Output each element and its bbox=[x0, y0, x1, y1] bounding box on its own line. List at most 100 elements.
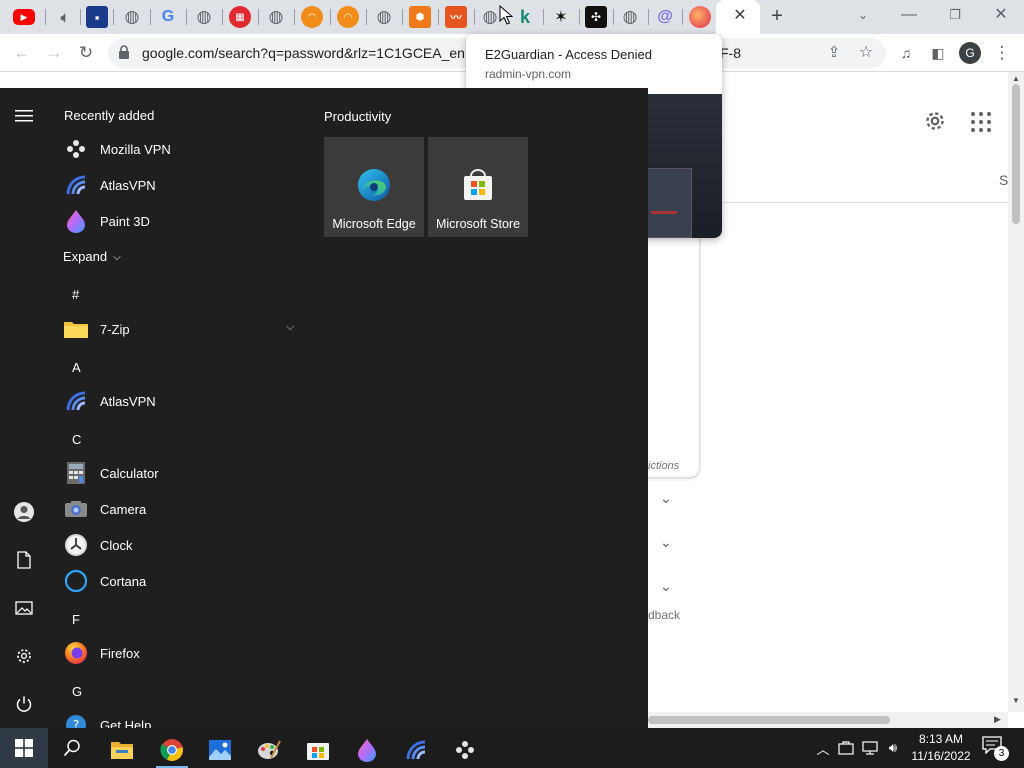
feedback-partial-link[interactable]: dback bbox=[648, 608, 680, 622]
clock-date[interactable]: 8:13 AM 11/16/2022 bbox=[905, 731, 977, 765]
settings-gear-icon[interactable] bbox=[922, 108, 948, 134]
tile-microsoft-store[interactable]: Microsoft Store bbox=[428, 137, 528, 237]
taskbar-mozilla-vpn[interactable] bbox=[443, 732, 487, 768]
app-item-camera[interactable]: Camera bbox=[58, 491, 308, 527]
app-item-mozilla-vpn[interactable]: Mozilla VPN bbox=[58, 131, 308, 167]
start-button[interactable] bbox=[0, 728, 48, 768]
google-apps-icon[interactable] bbox=[971, 112, 991, 132]
scrollbar-thumb[interactable] bbox=[1012, 84, 1020, 224]
fortinet-tab-icon[interactable]: ▦ bbox=[229, 6, 251, 28]
scroll-up-icon[interactable]: ▲ bbox=[1012, 74, 1020, 83]
wave-tab-icon[interactable]: 〰 bbox=[445, 6, 467, 28]
app-item-cortana[interactable]: Cortana bbox=[58, 563, 308, 599]
k-tab-icon[interactable]: k bbox=[514, 6, 536, 28]
keyhole-tab-icon[interactable]: ◠ bbox=[337, 6, 359, 28]
scrollbar-thumb[interactable] bbox=[648, 716, 890, 724]
taskbar-chrome[interactable] bbox=[150, 732, 194, 768]
settings-icon[interactable] bbox=[12, 644, 36, 668]
app-item-calculator[interactable]: Calculator bbox=[58, 455, 308, 491]
reload-icon[interactable]: ↻ bbox=[74, 41, 98, 65]
globe-tab-icon[interactable]: ◍ bbox=[121, 6, 143, 28]
back-arrow-icon[interactable]: ← bbox=[10, 41, 34, 65]
show-hidden-icons-chevron-icon[interactable]: ︿ bbox=[813, 738, 833, 758]
share-icon[interactable]: ⇪ bbox=[822, 41, 846, 65]
power-icon[interactable] bbox=[12, 692, 36, 716]
action-center-button[interactable]: 3 bbox=[982, 736, 1010, 761]
network-icon[interactable] bbox=[860, 738, 880, 758]
taskbar-file-explorer[interactable] bbox=[100, 732, 144, 768]
google-tab-icon[interactable]: G bbox=[157, 6, 179, 28]
restore-icon[interactable]: ❐ bbox=[940, 4, 970, 26]
app-item-7-zip[interactable]: 7-Zip bbox=[58, 311, 308, 347]
at-sign-tab-icon[interactable]: @ bbox=[654, 6, 676, 28]
chevron-down-icon[interactable]: ⌄ bbox=[660, 578, 676, 594]
taskbar-photos[interactable] bbox=[198, 732, 242, 768]
hamburger-menu-icon[interactable] bbox=[12, 104, 36, 128]
app-list: Recently added Mozilla VPN AtlasVPN Pain… bbox=[48, 88, 308, 728]
group-letter[interactable]: # bbox=[72, 287, 79, 302]
taskbar-paint[interactable] bbox=[247, 732, 291, 768]
app-item-atlasvpn[interactable]: AtlasVPN bbox=[58, 383, 308, 419]
expand-button[interactable]: Expand ⌵ bbox=[63, 249, 121, 264]
globe-tab-icon[interactable]: ◍ bbox=[265, 6, 287, 28]
globe-tab-icon[interactable]: ◍ bbox=[373, 6, 395, 28]
media-control-icon[interactable]: ♫ bbox=[894, 41, 918, 65]
tab-search-icon[interactable]: ⌄ bbox=[848, 4, 878, 26]
documents-icon[interactable] bbox=[12, 548, 36, 572]
profile-avatar[interactable]: G bbox=[959, 42, 981, 64]
chevron-down-icon[interactable]: ⌄ bbox=[660, 490, 676, 506]
side-panel-icon[interactable]: ◧ bbox=[926, 41, 950, 65]
app-item-paint-3d[interactable]: Paint 3D bbox=[58, 203, 308, 239]
close-window-icon[interactable]: ✕ bbox=[986, 4, 1016, 26]
orb-tab-icon[interactable] bbox=[689, 6, 711, 28]
user-account-icon[interactable] bbox=[12, 500, 36, 524]
hexagon-tab-icon[interactable]: ⬢ bbox=[409, 6, 431, 28]
paint3d-icon bbox=[358, 739, 376, 762]
keyhole-tab-icon[interactable]: ◠ bbox=[301, 6, 323, 28]
search-button[interactable] bbox=[50, 728, 94, 768]
portrait-tab-icon[interactable]: ▪ bbox=[86, 6, 108, 28]
group-letter[interactable]: A bbox=[72, 360, 81, 375]
app-item-clock[interactable]: Clock bbox=[58, 527, 308, 563]
lock-icon bbox=[119, 45, 129, 59]
kebab-menu-icon[interactable]: ⋮ bbox=[990, 41, 1014, 65]
app-item-firefox[interactable]: Firefox bbox=[58, 635, 308, 671]
active-tab[interactable]: ✕ bbox=[716, 0, 760, 34]
security-icon[interactable] bbox=[836, 738, 856, 758]
taskbar-atlasvpn[interactable] bbox=[394, 732, 438, 768]
app-item-get-help[interactable]: ? Get Help bbox=[58, 707, 308, 728]
start-menu-rail bbox=[0, 88, 48, 728]
scroll-right-icon[interactable]: ▶ bbox=[994, 714, 1001, 725]
tiles-group-heading[interactable]: Productivity bbox=[324, 109, 391, 124]
youtube-tab-icon[interactable]: ▶ bbox=[13, 9, 35, 25]
chevron-down-icon: ⌵ bbox=[113, 252, 121, 263]
url-text: google.com/search?q=password&rlz=1C1GCEA… bbox=[142, 45, 472, 61]
vertical-scrollbar[interactable]: ▲ ▼ bbox=[1008, 72, 1024, 712]
scroll-down-icon[interactable]: ▼ bbox=[1012, 696, 1020, 705]
chevron-down-icon[interactable]: ⌄ bbox=[660, 534, 676, 550]
volume-icon[interactable]: 🔊︎ bbox=[883, 738, 903, 758]
star-tab-icon[interactable]: ✶ bbox=[550, 6, 572, 28]
group-letter[interactable]: G bbox=[72, 684, 82, 699]
app-label: Cortana bbox=[100, 573, 147, 589]
speaker-tab-icon[interactable]: 🔈︎ bbox=[54, 6, 76, 28]
taskbar-paint-3d[interactable] bbox=[345, 732, 389, 768]
bookmark-star-icon[interactable]: ☆ bbox=[854, 41, 878, 65]
taskbar-microsoft-store[interactable] bbox=[296, 732, 340, 768]
mozilla-vpn-tab-icon[interactable]: ✣ bbox=[585, 6, 607, 28]
new-tab-button[interactable]: + bbox=[766, 5, 788, 27]
pictures-icon[interactable] bbox=[12, 596, 36, 620]
group-letter[interactable]: C bbox=[72, 432, 81, 447]
forward-arrow-icon[interactable]: → bbox=[42, 41, 66, 65]
group-letter[interactable]: F bbox=[72, 612, 80, 627]
close-tab-icon[interactable]: ✕ bbox=[730, 6, 750, 26]
horizontal-scrollbar[interactable]: ▶ bbox=[648, 712, 1008, 728]
chevron-down-icon[interactable]: ⌵ bbox=[286, 321, 300, 335]
app-item-atlasvpn[interactable]: AtlasVPN bbox=[58, 167, 308, 203]
globe-tab-icon[interactable]: ◍ bbox=[193, 6, 215, 28]
globe-tab-icon[interactable]: ◍ bbox=[479, 6, 501, 28]
tile-microsoft-edge[interactable]: Microsoft Edge bbox=[324, 137, 424, 237]
mozilla-vpn-icon bbox=[62, 135, 90, 163]
globe-tab-icon[interactable]: ◍ bbox=[619, 6, 641, 28]
minimize-icon[interactable]: — bbox=[894, 4, 924, 26]
